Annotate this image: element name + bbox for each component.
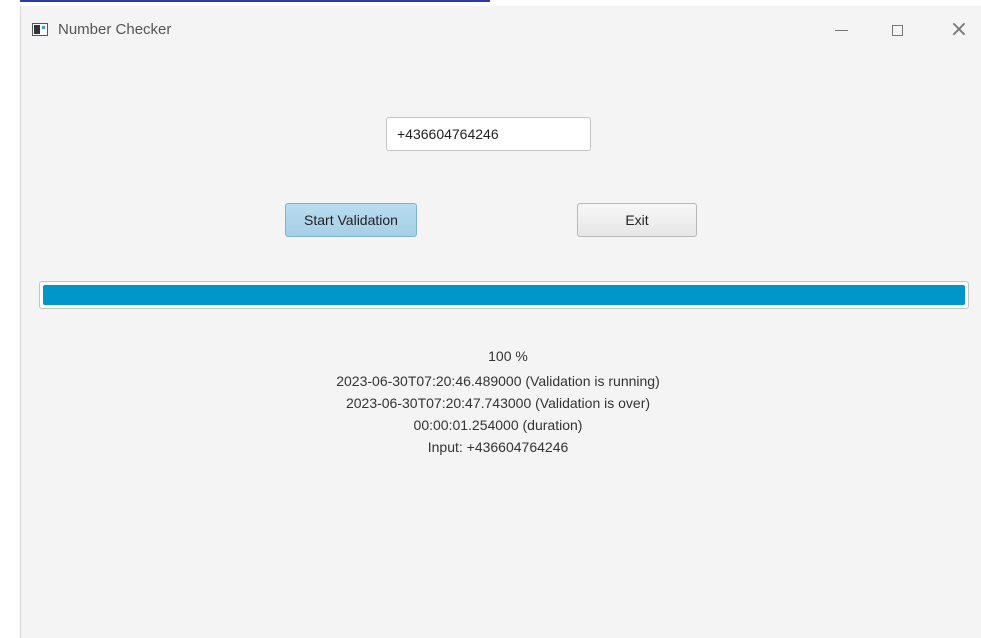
close-button[interactable]: × [936,16,981,44]
progress-fill [43,285,965,305]
input-echo-label: Input: +436604764246 [427,439,569,455]
start-time-label: 2023-06-30T07:20:46.489000 (Validation i… [336,373,660,389]
window-title: Number Checker [58,21,172,38]
maximize-icon [891,24,903,36]
maximize-button[interactable] [874,16,920,44]
app-window: Number Checker × Start Validation Exit 1… [20,6,981,638]
status-panel: 100 % 2023-06-30T07:20:46.489000 (Valida… [21,345,981,458]
start-validation-button[interactable]: Start Validation [285,203,417,237]
close-icon: × [949,17,969,42]
phone-number-input[interactable] [386,117,591,151]
duration-label: 00:00:01.254000 (duration) [413,417,583,433]
progress-bar [39,281,969,309]
minimize-icon [834,29,848,31]
app-icon [32,23,48,36]
end-time-label: 2023-06-30T07:20:47.743000 (Validation i… [345,395,651,411]
progress-percent-label: 100 % [488,348,528,364]
minimize-button[interactable] [818,16,864,44]
exit-button[interactable]: Exit [577,203,697,237]
title-bar: Number Checker × [21,6,981,52]
top-accent-line [20,0,490,2]
